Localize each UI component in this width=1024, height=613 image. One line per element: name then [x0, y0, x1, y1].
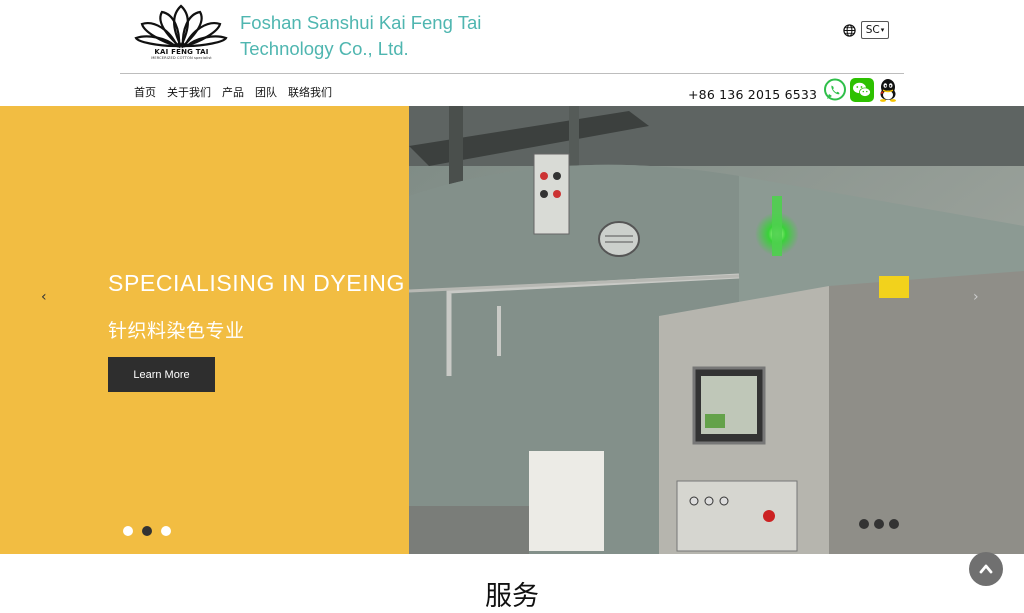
carousel-dot-2[interactable]: [142, 526, 152, 536]
services-heading: 服务: [485, 581, 539, 612]
carousel-next-arrow-icon[interactable]: ›: [973, 289, 979, 305]
nav-item-about[interactable]: 关于我们: [167, 84, 211, 100]
carousel-indicators: [123, 526, 171, 536]
company-name-line2: Technology Co., Ltd.: [240, 38, 409, 59]
phone-number[interactable]: +86 136 2015 6533: [688, 87, 817, 102]
site-header: KAI FENG TAI MERCERIZED COTTON specialis…: [0, 0, 1024, 106]
chevron-up-icon: [979, 564, 993, 574]
qq-icon[interactable]: [877, 78, 899, 106]
carousel-prev-arrow-icon[interactable]: ‹: [41, 289, 47, 305]
chevron-down-icon: ▾: [880, 26, 885, 34]
logo-tagline: MERCERIZED COTTON specialist: [151, 56, 212, 60]
factory-photo-illustration: [409, 106, 1024, 554]
logo-fan-mark: [134, 4, 228, 49]
header-divider: [120, 73, 904, 74]
whatsapp-icon[interactable]: [823, 78, 847, 106]
hero-title: SPECIALISING IN DYEING: [108, 270, 405, 296]
learn-more-button[interactable]: Learn More: [108, 357, 215, 392]
language-value: SC: [865, 24, 880, 36]
main-nav: 首页 关于我们 产品 团队 联络我们: [134, 84, 343, 100]
contact-bar: +86 136 2015 6533: [688, 78, 899, 106]
company-name[interactable]: Foshan Sanshui Kai Feng Tai Technology C…: [240, 10, 540, 62]
hero-carousel: SPECIALISING IN DYEING 针织料染色专业 Learn Mor…: [0, 106, 1024, 554]
globe-icon: [843, 23, 856, 37]
company-name-line1: Foshan Sanshui Kai Feng Tai: [240, 12, 482, 33]
nav-item-home[interactable]: 首页: [134, 84, 156, 100]
back-to-top-button[interactable]: [969, 552, 1003, 586]
hero-image-dyeing-machine: [409, 106, 1024, 554]
wechat-icon[interactable]: [850, 78, 875, 106]
logo-brand-text: KAI FENG TAI: [154, 48, 209, 56]
hero-subtitle: 针织料染色专业: [108, 320, 245, 342]
carousel-dot-1[interactable]: [123, 526, 133, 536]
company-logo[interactable]: KAI FENG TAI MERCERIZED COTTON specialis…: [134, 2, 229, 64]
language-switcher: SC ▾: [843, 20, 889, 40]
carousel-dot-3[interactable]: [161, 526, 171, 536]
nav-item-products[interactable]: 产品: [222, 84, 244, 100]
language-select[interactable]: SC ▾: [861, 21, 889, 39]
nav-item-team[interactable]: 团队: [255, 84, 277, 100]
nav-item-contact[interactable]: 联络我们: [288, 84, 332, 100]
